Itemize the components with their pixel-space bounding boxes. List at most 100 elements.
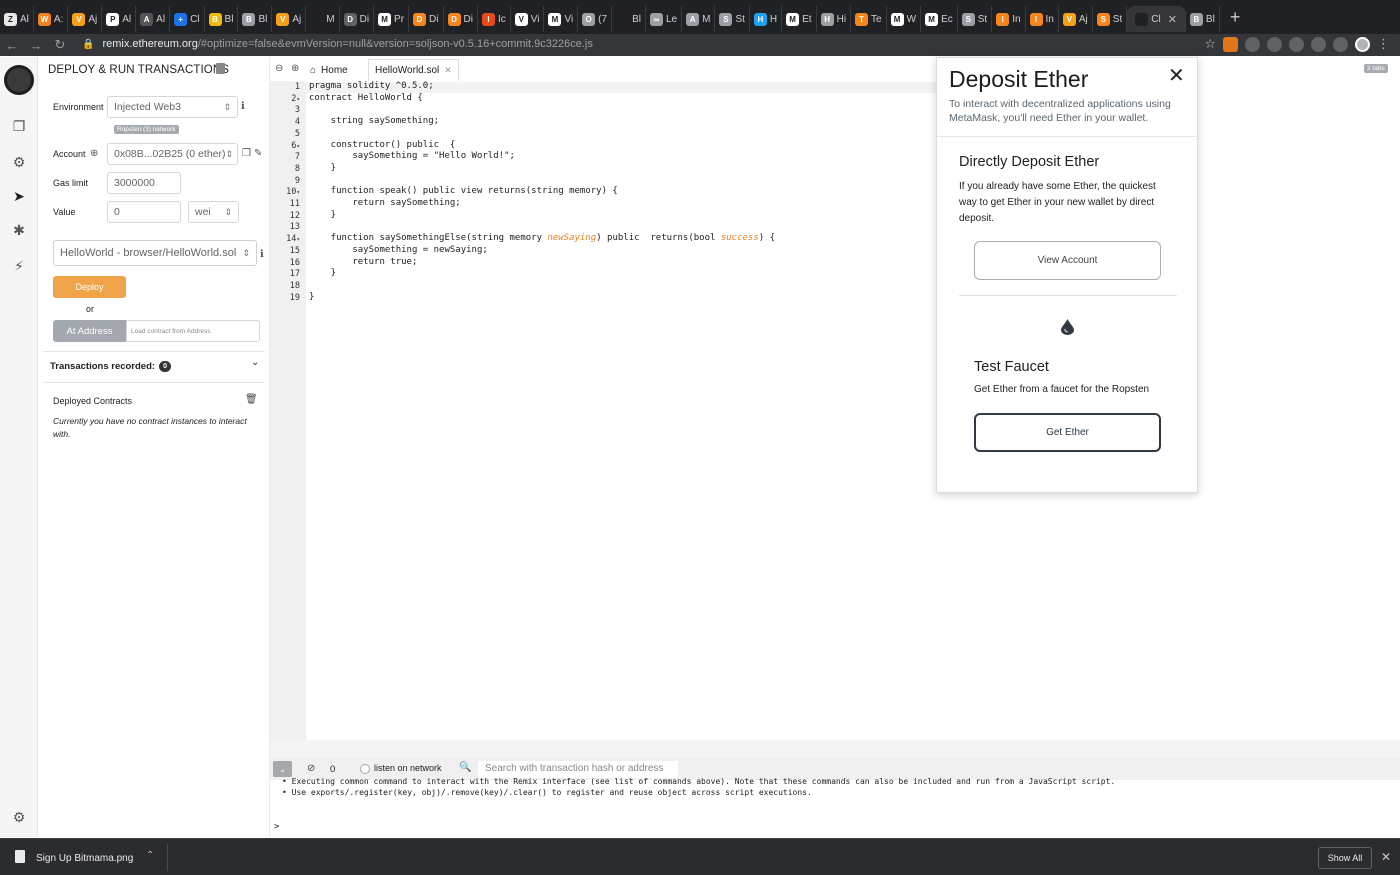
file-explorer-icon[interactable]: ❐ xyxy=(10,117,28,135)
download-file-name[interactable]: Sign Up Bitmama.png xyxy=(36,853,133,864)
browser-tab[interactable]: Cl ✕ xyxy=(1127,6,1186,32)
fold-arrow-icon[interactable]: ▾ xyxy=(296,189,300,196)
browser-tab[interactable]: M Vi xyxy=(544,6,579,32)
trash-icon[interactable]: 🗑 xyxy=(245,394,258,405)
info-icon[interactable]: ℹ xyxy=(241,101,245,112)
browser-tab[interactable]: I In xyxy=(992,6,1026,32)
browser-tab[interactable]: T Te xyxy=(851,6,887,32)
view-account-button[interactable]: View Account xyxy=(974,241,1161,280)
remix-logo-icon[interactable] xyxy=(4,65,34,95)
browser-tab[interactable]: B Bl xyxy=(1186,6,1220,32)
listen-on-network-checkbox[interactable] xyxy=(360,764,370,774)
extension-icon[interactable] xyxy=(1289,36,1304,52)
forward-arrow-icon[interactable]: → xyxy=(24,38,48,53)
show-all-button[interactable]: Show All xyxy=(1318,847,1372,869)
file-tab-helloworld[interactable]: HelloWorld.sol ✕ xyxy=(368,59,459,81)
select-arrows-icon: ⇕ xyxy=(225,148,234,159)
extension-icon[interactable] xyxy=(1267,36,1282,52)
terminal-prompt[interactable]: > xyxy=(274,822,279,832)
browser-tab[interactable]: HH xyxy=(750,6,783,32)
browser-tab[interactable]: A Al xyxy=(136,6,171,32)
deploy-button[interactable]: Deploy xyxy=(53,276,126,298)
at-address-input[interactable]: Load contract from Address xyxy=(126,320,260,342)
plugin-manager-icon[interactable]: ⚡ xyxy=(10,257,28,275)
get-ether-button[interactable]: Get Ether xyxy=(974,413,1161,452)
fold-arrow-icon[interactable]: ▾ xyxy=(296,236,300,243)
browser-tab[interactable]: M Pr xyxy=(374,6,410,32)
browser-tab[interactable]: B Bl xyxy=(205,6,239,32)
browser-tab[interactable]: D Di xyxy=(340,6,375,32)
browser-tab[interactable]: M Ec xyxy=(921,6,958,32)
browser-tab[interactable]: V Aj xyxy=(68,6,103,32)
solidity-compiler-icon[interactable]: ⚙ xyxy=(10,153,28,171)
browser-tab[interactable]: V Aj xyxy=(1059,6,1093,32)
value-input[interactable]: 0 xyxy=(107,201,181,223)
transactions-recorded-toggle[interactable]: Transactions recorded: 0 xyxy=(50,361,171,372)
value-unit-select[interactable]: wei ⇕ xyxy=(188,201,239,223)
debugger-icon[interactable]: ✱ xyxy=(10,221,28,239)
browser-tab[interactable]: V Aj xyxy=(272,6,307,32)
copy-icon[interactable]: ❐ xyxy=(242,148,251,159)
chevron-down-icon[interactable]: ⌄ xyxy=(251,357,259,368)
zoom-out-icon[interactable]: ⊖ xyxy=(275,63,283,74)
account-select[interactable]: 0x08B...02B25 (0 ether) ⇕ xyxy=(107,143,238,165)
edit-icon[interactable]: ✎ xyxy=(254,148,262,159)
extension-icon[interactable] xyxy=(1311,36,1326,52)
extension-icon[interactable] xyxy=(1333,36,1348,52)
browser-tab[interactable]: Z Al xyxy=(0,6,34,32)
deploy-run-icon[interactable]: ➤ xyxy=(10,187,28,205)
reload-icon[interactable]: ↻ xyxy=(48,37,72,53)
back-arrow-icon[interactable]: ← xyxy=(0,38,24,53)
browser-tab[interactable]: Bl xyxy=(612,6,646,32)
gas-limit-input[interactable]: 3000000 xyxy=(107,172,181,194)
browser-menu-icon[interactable]: ⋮ xyxy=(1377,36,1390,52)
browser-tab[interactable]: S St xyxy=(958,6,993,32)
browser-tab[interactable]: + Cl xyxy=(170,6,205,32)
browser-tab[interactable]: ∞ Le xyxy=(646,6,683,32)
code-editor[interactable] xyxy=(306,81,1400,740)
browser-tab[interactable]: B Bl xyxy=(238,6,273,32)
bookmark-star-icon[interactable]: ☆ xyxy=(1204,36,1216,52)
chevron-up-icon[interactable]: ⌃ xyxy=(146,850,154,861)
add-account-plus-icon[interactable]: ⊕ xyxy=(90,148,98,159)
terminal-output[interactable]: • Executing common command to interact w… xyxy=(270,777,1400,838)
extension-icon[interactable] xyxy=(1245,36,1260,52)
editor-horizontal-scrollbar[interactable] xyxy=(270,740,1400,758)
contract-select[interactable]: HelloWorld - browser/HelloWorld.sol ⇕ xyxy=(53,240,257,266)
browser-tab[interactable]: V Vi xyxy=(511,6,545,32)
close-tab-icon[interactable]: ✕ xyxy=(1168,13,1177,26)
new-tab-plus-icon[interactable]: + xyxy=(1230,7,1241,28)
browser-tab[interactable]: O (7 xyxy=(578,6,613,32)
browser-tab[interactable]: MW xyxy=(887,6,922,32)
at-address-button[interactable]: At Address xyxy=(53,320,126,342)
clear-terminal-icon[interactable]: ⊘ xyxy=(307,763,315,774)
browser-tab[interactable]: M xyxy=(306,6,340,32)
close-tab-icon[interactable]: ✕ xyxy=(444,65,452,76)
fold-arrow-icon[interactable]: ▾ xyxy=(296,143,300,150)
browser-tab[interactable]: H Hi xyxy=(817,6,852,32)
browser-tab[interactable]: AM xyxy=(682,6,716,32)
terminal-search-input[interactable]: Search with transaction hash or address xyxy=(478,761,678,778)
browser-tab[interactable]: W A: xyxy=(34,6,69,32)
browser-tab[interactable]: I Ic xyxy=(478,6,511,32)
environment-select[interactable]: Injected Web3 ⇕ xyxy=(107,96,238,118)
url-bar[interactable]: 🔒 remix.ethereum.org /#optimize=false&ev… xyxy=(82,34,1162,54)
terminal-toggle-button[interactable]: ⌄ xyxy=(273,761,292,777)
profile-avatar[interactable] xyxy=(1355,36,1370,52)
info-icon[interactable]: ℹ xyxy=(260,249,264,260)
browser-tab[interactable]: D Di xyxy=(409,6,444,32)
settings-gear-icon[interactable]: ⚙ xyxy=(10,808,28,826)
home-tab[interactable]: ⌂ Home xyxy=(304,59,354,81)
close-icon[interactable]: ✕ xyxy=(1168,63,1185,88)
metamask-fox-icon[interactable] xyxy=(1223,36,1238,52)
browser-tab[interactable]: M Et xyxy=(782,6,817,32)
browser-tab[interactable]: D Di xyxy=(444,6,478,32)
fold-arrow-icon[interactable]: ▾ xyxy=(296,96,300,103)
docs-book-icon[interactable] xyxy=(216,63,225,74)
browser-tab[interactable]: S St xyxy=(1093,6,1128,32)
zoom-in-icon[interactable]: ⊕ xyxy=(291,63,299,74)
close-icon[interactable]: ✕ xyxy=(1381,850,1391,864)
browser-tab[interactable]: P Al xyxy=(102,6,137,32)
browser-tab[interactable]: I In xyxy=(1026,6,1059,32)
browser-tab[interactable]: S St xyxy=(715,6,750,32)
